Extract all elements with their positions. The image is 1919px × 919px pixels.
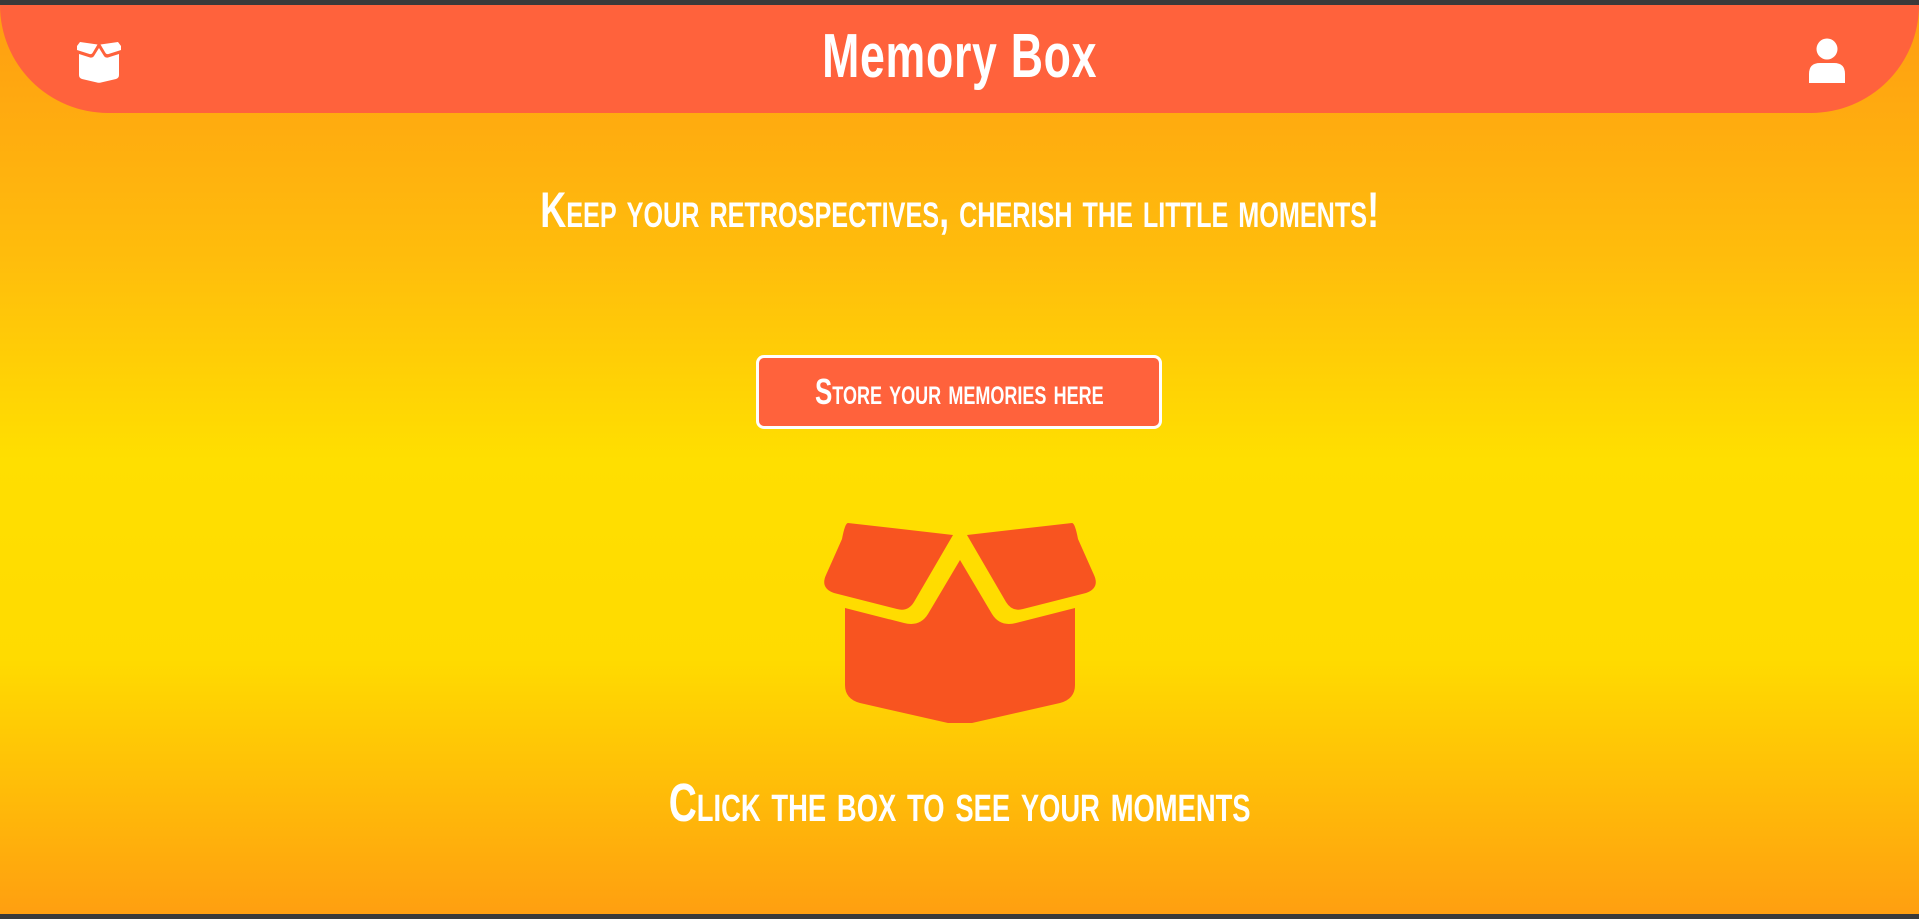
open-box-icon[interactable] bbox=[74, 41, 124, 83]
header-bar: Memory Box bbox=[0, 5, 1919, 113]
window-bottom-edge bbox=[0, 914, 1919, 919]
memory-box-icon[interactable] bbox=[820, 517, 1100, 723]
user-icon[interactable] bbox=[1808, 38, 1846, 84]
store-memories-button-label: Store your memories here bbox=[815, 371, 1104, 412]
tagline: Keep your retrospectives, cherish the li… bbox=[540, 182, 1380, 238]
page: Memory Box Keep your retrospectives, che… bbox=[0, 5, 1919, 914]
app-title: Memory Box bbox=[822, 22, 1098, 91]
hint-text: Click the box to see your moments bbox=[668, 773, 1251, 833]
store-memories-button[interactable]: Store your memories here bbox=[756, 355, 1162, 429]
